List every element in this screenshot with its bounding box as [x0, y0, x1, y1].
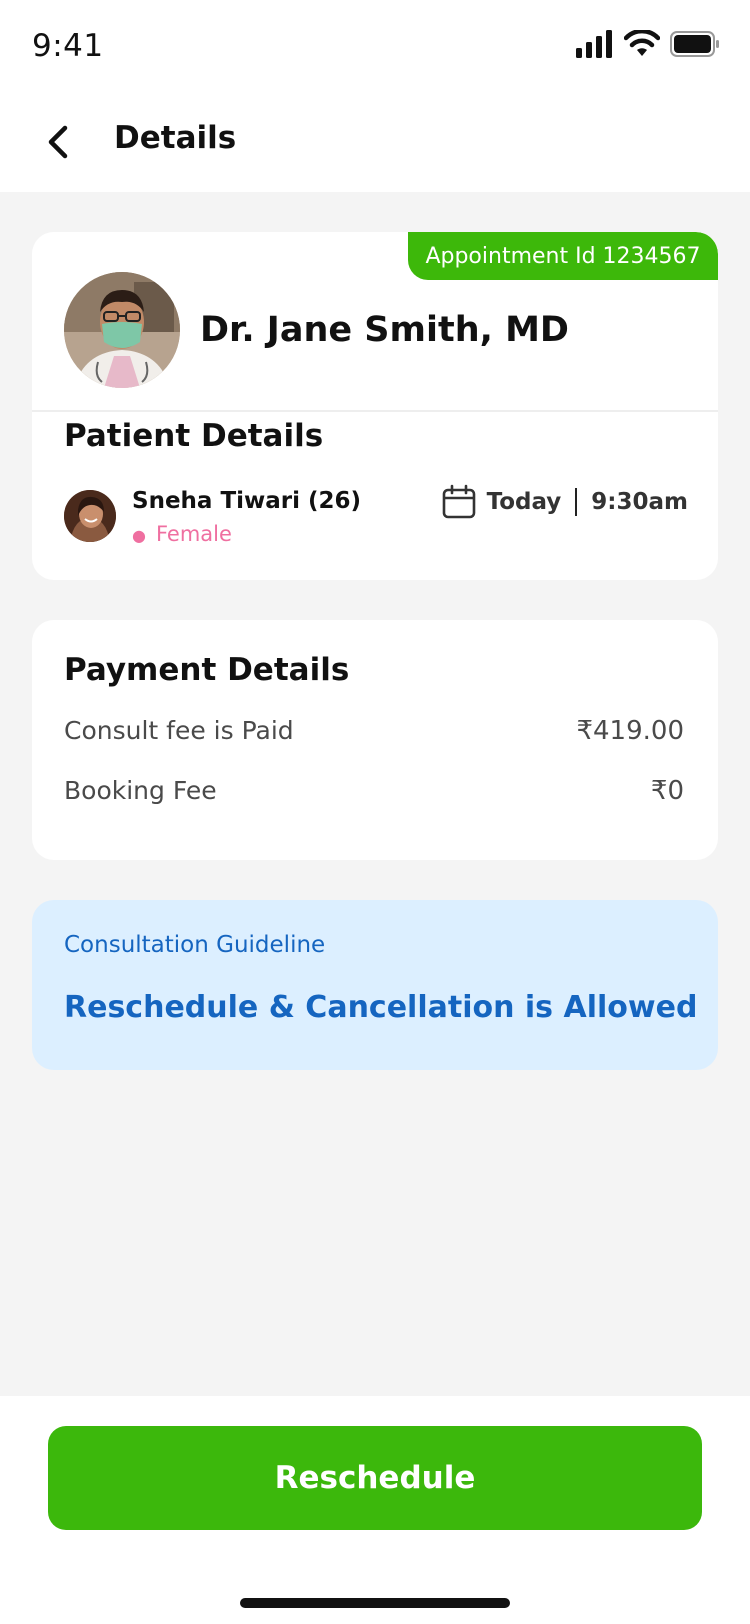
time-separator — [575, 488, 578, 516]
bullet-dot-icon: ● — [132, 525, 146, 545]
status-time: 9:41 — [32, 28, 104, 64]
status-bar: 9:41 — [0, 0, 750, 94]
page-title: Details — [114, 120, 237, 156]
chevron-left-icon — [48, 125, 68, 159]
appointment-id-badge: Appointment Id 1234567 — [408, 232, 718, 280]
appointment-time: 9:30am — [591, 489, 688, 515]
patient-gender-label: Female — [155, 522, 232, 546]
patient-gender: ● Female — [132, 522, 232, 546]
battery-icon — [670, 31, 719, 57]
top-navigation: Details — [0, 94, 750, 192]
consultation-guideline-card: Consultation Guideline Reschedule & Canc… — [32, 900, 718, 1070]
signal-icon — [576, 30, 612, 58]
payment-row-label: Booking Fee — [64, 776, 217, 805]
guideline-text: Reschedule & Cancellation is Allowed — [64, 990, 698, 1025]
calendar-icon — [442, 484, 475, 519]
payment-row: Booking Fee ₹0 — [64, 776, 684, 806]
payment-row-label: Consult fee is Paid — [64, 716, 294, 745]
guideline-label: Consultation Guideline — [64, 932, 326, 958]
doctor-name: Dr. Jane Smith, MD — [200, 310, 569, 350]
patient-name: Sneha Tiwari (26) — [132, 488, 362, 514]
appointment-day: Today — [486, 489, 562, 515]
patient-avatar — [64, 490, 116, 542]
reschedule-button[interactable]: Reschedule — [48, 1426, 702, 1530]
appointment-schedule: Today 9:30am — [441, 484, 688, 520]
card-divider — [32, 410, 718, 412]
appointment-card: Appointment Id 1234567 Dr. Jane Smith, M… — [32, 232, 718, 580]
status-icons — [576, 30, 720, 58]
payment-details-title: Payment Details — [64, 652, 350, 688]
payment-details-card: Payment Details Consult fee is Paid ₹419… — [32, 620, 718, 860]
payment-row: Consult fee is Paid ₹419.00 — [64, 716, 684, 746]
patient-details-title: Patient Details — [64, 418, 324, 454]
back-button[interactable] — [40, 124, 76, 160]
bottom-action-bar: Reschedule — [0, 1396, 750, 1624]
payment-row-amount: ₹419.00 — [576, 716, 684, 746]
wifi-icon — [624, 30, 660, 56]
payment-row-amount: ₹0 — [650, 776, 684, 806]
home-indicator — [240, 1598, 510, 1608]
doctor-avatar — [64, 272, 180, 388]
